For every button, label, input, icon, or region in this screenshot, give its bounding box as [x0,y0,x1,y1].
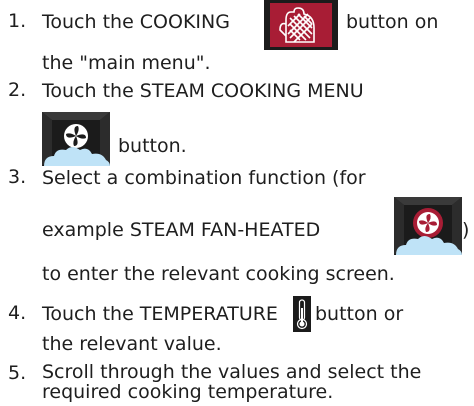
step-1-line-1b: button on [346,11,439,33]
cooking-glove-icon [264,0,338,50]
step-1-number: 1. [8,10,27,32]
step-3-line-3: to enter the relevant cooking screen. [42,263,395,285]
step-4-line-1a: Touch the TEMPERATURE [42,303,278,325]
step-3-line-2a: example STEAM FAN-HEATED [42,219,321,241]
step-4-number: 4. [8,302,27,324]
thermometer-icon [293,296,311,332]
step-2-number: 2. [8,79,27,101]
step-2-line-1: Touch the STEAM COOKING MENU [42,80,364,102]
steam-fan-icon [42,112,110,166]
step-4-line-2: the relevant value. [42,333,222,355]
step-3-number: 3. [8,166,27,188]
step-5-number: 5. [8,362,27,384]
step-1-line-1a: Touch the COOKING [42,11,230,33]
step-5-line-1: Scroll through the values and select the [42,361,422,383]
step-5-line-2: required cooking temperature. [42,381,334,403]
steam-fan-heated-icon [394,197,462,255]
step-1-line-2: the "main menu". [42,52,211,74]
step-3-line-2b: ) [462,219,470,241]
step-2-line-2: button. [118,135,187,157]
step-4-line-1b: button or [315,303,404,325]
step-3-line-1: Select a combination function (for [42,167,366,189]
